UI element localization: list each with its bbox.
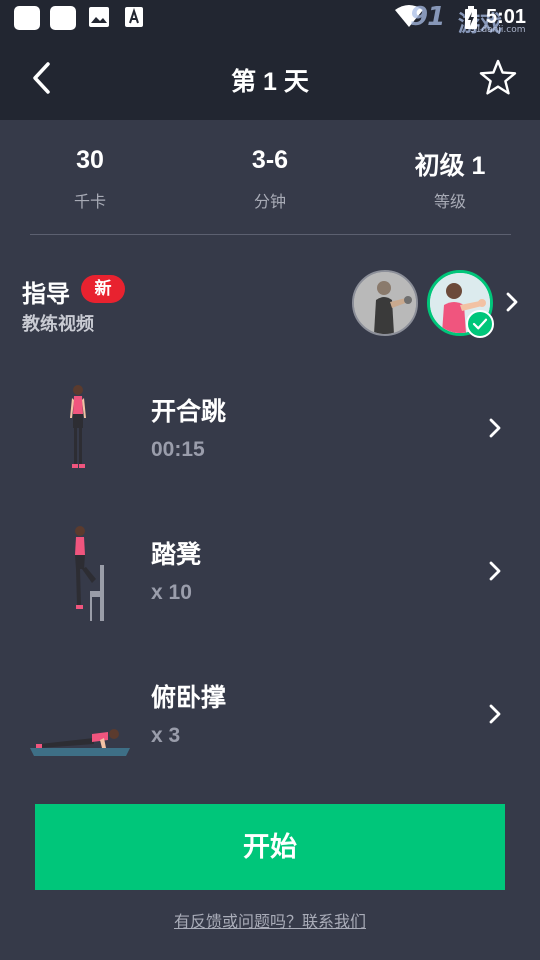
new-badge: 新	[81, 275, 125, 303]
feedback-link[interactable]: 有反馈或问题吗？联系我们	[0, 908, 540, 932]
guide-title: 指导	[22, 280, 70, 308]
coach-avatar[interactable]	[352, 270, 418, 336]
stat-value: 30	[76, 146, 104, 174]
exercise-row-step-up[interactable]: 踏凳 x 10	[0, 501, 540, 644]
status-time: 5:01	[486, 6, 527, 28]
stat-duration: 3-6 分钟	[180, 146, 360, 212]
image-icon	[89, 7, 109, 27]
watermark-logo: 91	[410, 2, 445, 32]
exercise-name: 俯卧撑	[151, 683, 227, 712]
font-icon	[125, 7, 143, 27]
exercise-reps: x 3	[151, 724, 181, 747]
chevron-right-icon	[489, 561, 501, 581]
app-icon	[14, 6, 40, 30]
stat-label: 分钟	[253, 192, 286, 211]
chevron-right-icon	[506, 292, 518, 312]
header: 第 1 天	[0, 38, 540, 120]
guide-subtitle: 教练视频	[22, 314, 94, 335]
jumping-jack-figure-icon	[70, 385, 86, 468]
stat-label: 千卡	[73, 192, 106, 211]
check-icon	[466, 310, 494, 338]
exercise-reps: x 10	[151, 581, 192, 604]
page-title: 第 1 天	[231, 68, 309, 96]
stat-value: 初级 1	[414, 152, 486, 180]
chevron-right-icon	[489, 418, 501, 438]
stat-label: 等级	[433, 192, 466, 211]
chevron-right-icon	[489, 704, 501, 724]
exercise-name: 踏凳	[151, 540, 202, 569]
battery-icon	[465, 6, 477, 29]
app-icon	[50, 6, 76, 30]
coach-guide-row[interactable]: 指导 新 教练视频	[0, 260, 540, 346]
stat-value: 3-6	[251, 146, 289, 174]
stat-level: 初级 1 等级	[360, 146, 540, 212]
push-up-figure-icon	[30, 729, 130, 756]
divider	[30, 234, 511, 235]
exercise-duration: 00:15	[151, 438, 205, 461]
exercise-name: 开合跳	[151, 397, 227, 426]
star-outline-icon[interactable]	[478, 58, 518, 98]
exercise-row-jumping-jack[interactable]: 开合跳 00:15	[0, 358, 540, 501]
status-bar: 91 游戏 91danji.com 5:01	[0, 0, 540, 38]
stat-calories: 30 千卡	[0, 146, 180, 212]
exercise-row-push-up[interactable]: 俯卧撑 x 3	[0, 644, 540, 787]
start-button[interactable]: 开始	[35, 804, 505, 890]
step-up-figure-icon	[75, 526, 104, 621]
